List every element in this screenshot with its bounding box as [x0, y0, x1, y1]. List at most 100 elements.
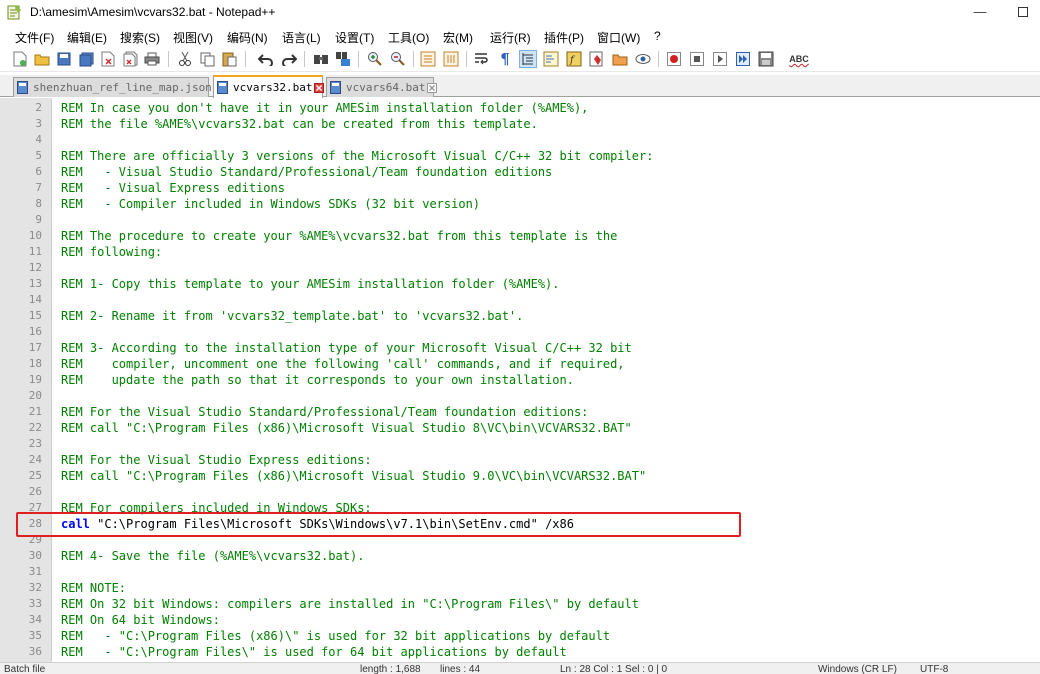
function-list-icon[interactable]: f: [565, 50, 583, 68]
code-line[interactable]: 3 REM the file %AME%\vcvars32.bat can be …: [0, 116, 1040, 132]
spell-check-icon[interactable]: ABC: [788, 50, 810, 68]
close-all-icon[interactable]: [121, 50, 139, 68]
word-wrap-icon[interactable]: [473, 50, 491, 68]
menu-encoding[interactable]: 编码(N): [227, 29, 268, 46]
code-line[interactable]: 33 REM On 32 bit Windows: compilers are i…: [0, 596, 1040, 612]
text-editor[interactable]: 2 REM In case you don't have it in your A…: [0, 98, 1040, 662]
folder-workspace-icon[interactable]: [588, 50, 606, 68]
toolbar-separator: [413, 51, 414, 67]
code-line[interactable]: 10 REM The procedure to create your %AME%…: [0, 228, 1040, 244]
menu-help[interactable]: ?: [654, 29, 661, 43]
tab-bar: shenzhuan_ref_line_map.json vcvars32.bat…: [0, 75, 1040, 98]
code-line[interactable]: 6 REM - Visual Studio Standard/Profession…: [0, 164, 1040, 180]
line-text: REM - Visual Express editions: [61, 181, 285, 195]
stop-record-icon[interactable]: [688, 50, 706, 68]
code-line[interactable]: 4: [0, 132, 1040, 148]
code-line[interactable]: 13 REM 1- Copy this template to your AMES…: [0, 276, 1040, 292]
code-line[interactable]: 32 REM NOTE:: [0, 580, 1040, 596]
code-line[interactable]: 23: [0, 436, 1040, 452]
menu-view[interactable]: 视图(V): [173, 29, 213, 46]
line-number: 26: [28, 485, 42, 498]
code-line[interactable]: 14: [0, 292, 1040, 308]
toolbar-separator: [245, 51, 246, 67]
code-line[interactable]: 16: [0, 324, 1040, 340]
tab-close-icon[interactable]: [314, 82, 325, 93]
open-file-icon[interactable]: [33, 50, 51, 68]
maximize-button[interactable]: [1008, 3, 1038, 21]
code-line[interactable]: 15 REM 2- Rename it from 'vcvars32_templa…: [0, 308, 1040, 324]
menu-language[interactable]: 语言(L): [282, 29, 321, 46]
menu-search[interactable]: 搜索(S): [120, 29, 160, 46]
code-line[interactable]: 19 REM update the path so that it corresp…: [0, 372, 1040, 388]
save-icon[interactable]: [55, 50, 73, 68]
minimize-button[interactable]: —: [965, 3, 995, 21]
replace-icon[interactable]: [334, 50, 352, 68]
close-icon[interactable]: [99, 50, 117, 68]
menu-plugins[interactable]: 插件(P): [544, 29, 584, 46]
code-line[interactable]: 36 REM - "C:\Program Files\" is used for …: [0, 644, 1040, 660]
menu-window[interactable]: 窗口(W): [597, 29, 640, 46]
code-line[interactable]: 21 REM For the Visual Studio Standard/Pro…: [0, 404, 1040, 420]
code-line[interactable]: 34 REM On 64 bit Windows:: [0, 612, 1040, 628]
code-line[interactable]: 12: [0, 260, 1040, 276]
redo-icon[interactable]: [280, 50, 298, 68]
line-text: REM the file %AME%\vcvars32.bat can be c…: [61, 117, 538, 131]
menu-tools[interactable]: 工具(O): [388, 29, 429, 46]
menu-settings[interactable]: 设置(T): [335, 29, 374, 46]
paste-icon[interactable]: [220, 50, 238, 68]
tab-close-icon[interactable]: [427, 82, 438, 93]
code-line[interactable]: 9: [0, 212, 1040, 228]
find-icon[interactable]: [312, 50, 330, 68]
code-line[interactable]: 2 REM In case you don't have it in your A…: [0, 100, 1040, 116]
undo-icon[interactable]: [257, 50, 275, 68]
code-line[interactable]: 30 REM 4- Save the file (%AME%\vcvars32.b…: [0, 548, 1040, 564]
tab-vcvars32[interactable]: vcvars32.bat: [213, 75, 325, 98]
line-number: 4: [35, 133, 42, 146]
folder-as-workspace-icon[interactable]: [611, 50, 629, 68]
code-line[interactable]: 7 REM - Visual Express editions: [0, 180, 1040, 196]
new-file-icon[interactable]: [11, 50, 29, 68]
save-macro-icon[interactable]: [757, 50, 775, 68]
cut-icon[interactable]: [176, 50, 194, 68]
print-icon[interactable]: [143, 50, 161, 68]
code-line[interactable]: 11 REM following:: [0, 244, 1040, 260]
code-line[interactable]: 35 REM - "C:\Program Files (x86)\" is use…: [0, 628, 1040, 644]
tab-shenzhuan-ref-line-map[interactable]: shenzhuan_ref_line_map.json: [13, 77, 224, 97]
copy-icon[interactable]: [198, 50, 216, 68]
code-line[interactable]: 31: [0, 564, 1040, 580]
code-line[interactable]: 26: [0, 484, 1040, 500]
save-all-icon[interactable]: [77, 50, 95, 68]
file-icon: [17, 81, 28, 94]
menu-edit[interactable]: 编辑(E): [67, 29, 107, 46]
code-line[interactable]: 5 REM There are officially 3 versions of …: [0, 148, 1040, 164]
line-number: 10: [28, 229, 42, 242]
tab-vcvars64[interactable]: vcvars64.bat: [326, 77, 438, 97]
zoom-in-icon[interactable]: [366, 50, 384, 68]
record-macro-icon[interactable]: [665, 50, 683, 68]
line-text: REM NOTE:: [61, 581, 127, 595]
sync-vertical-icon[interactable]: [419, 50, 437, 68]
line-number: 19: [28, 373, 42, 386]
play-macro-icon[interactable]: [711, 50, 729, 68]
doc-map-icon[interactable]: [542, 50, 560, 68]
code-line[interactable]: 22 REM call "C:\Program Files (x86)\Micro…: [0, 420, 1040, 436]
indent-guide-icon[interactable]: [519, 50, 537, 68]
code-line[interactable]: 24 REM For the Visual Studio Express edit…: [0, 452, 1040, 468]
highlight-annotation: [16, 512, 741, 537]
code-line[interactable]: 18 REM compiler, uncomment one the follow…: [0, 356, 1040, 372]
show-all-chars-icon[interactable]: ¶: [496, 50, 514, 68]
menu-macro[interactable]: 宏(M): [443, 29, 473, 46]
code-line[interactable]: 20: [0, 388, 1040, 404]
line-number: 35: [28, 629, 42, 642]
run-macro-multiple-icon[interactable]: [734, 50, 752, 68]
code-line[interactable]: 8 REM - Compiler included in Windows SDKs…: [0, 196, 1040, 212]
sync-horizontal-icon[interactable]: [442, 50, 460, 68]
menu-file[interactable]: 文件(F): [15, 29, 54, 46]
monitor-icon[interactable]: [634, 50, 652, 68]
zoom-out-icon[interactable]: [389, 50, 407, 68]
code-line[interactable]: 17 REM 3- According to the installation t…: [0, 340, 1040, 356]
line-number: 15: [28, 309, 42, 322]
code-line[interactable]: 25 REM call "C:\Program Files (x86)\Micro…: [0, 468, 1040, 484]
menu-run[interactable]: 运行(R): [490, 29, 531, 46]
line-text: REM - "C:\Program Files (x86)\" is used …: [61, 629, 611, 643]
